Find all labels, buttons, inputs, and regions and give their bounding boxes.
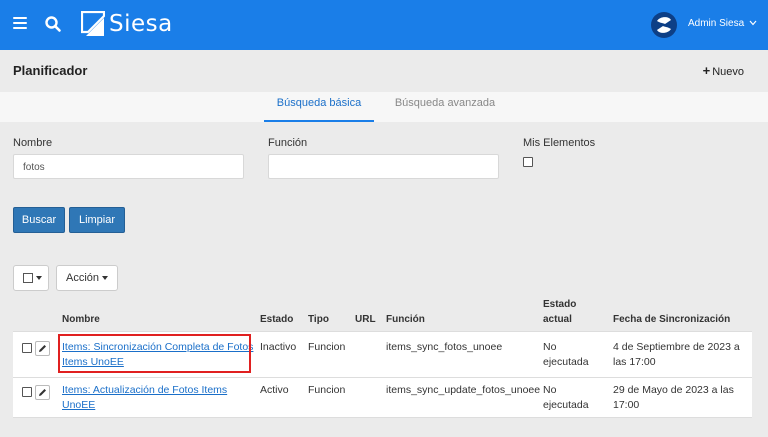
funcion-input[interactable] [268,154,499,179]
row-checkbox[interactable] [22,387,32,397]
user-name: Admin Siesa [688,18,745,29]
mis-elementos-checkbox[interactable] [523,157,533,167]
row-nombre-link[interactable]: Items: Sincronización Completa de Fotos … [62,340,253,370]
pencil-icon [39,345,46,352]
row-nombre-link[interactable]: Items: Actualización de Fotos Items UnoE… [62,383,227,413]
tab-advanced-search[interactable]: Búsqueda avanzada [378,97,512,122]
row-estado-actual-line2: ejecutada [543,399,589,411]
clear-button[interactable]: Limpiar [69,207,125,233]
caret-down-icon [102,276,109,281]
action-dropdown[interactable]: Acción [56,265,118,291]
column-header-funcion[interactable]: Función [386,312,425,327]
row-fecha: 29 de Mayo de 2023 a las 17:00 [613,383,734,413]
column-header-nombre[interactable]: Nombre [62,312,100,327]
row-fecha-line2: las 17:00 [613,356,656,368]
row-nombre-line2[interactable]: Items UnoEE [62,356,124,368]
hamburger-menu-icon[interactable] [13,17,27,31]
column-header-estado-actual[interactable]: Estado actual [543,297,576,327]
row-estado-actual: No ejecutada [543,383,589,413]
row-estado-actual: No ejecutada [543,340,589,370]
caret-down-icon [36,276,42,281]
column-header-url[interactable]: URL [355,312,376,327]
row-tipo: Funcion [308,384,346,396]
logo-text: Siesa [109,11,173,37]
pencil-icon [39,389,46,396]
row-funcion: items_sync_update_fotos_unoee [386,384,541,396]
column-header-tipo[interactable]: Tipo [308,312,329,327]
page-title: Planificador [13,63,88,78]
row-estado: Activo [260,384,289,396]
new-button[interactable]: + Nuevo [703,63,744,78]
search-tabs: Búsqueda básica Búsqueda avanzada [0,92,768,122]
nombre-label: Nombre [13,137,53,149]
row-tipo: Funcion [308,341,346,353]
row-fecha-line2: 17:00 [613,399,640,411]
siesa-logo-icon [81,11,105,36]
row-fecha-line1: 4 de Septiembre de 2023 a [613,341,740,353]
chevron-down-icon [749,20,757,26]
row-fecha: 4 de Septiembre de 2023 a las 17:00 [613,340,740,370]
select-all-dropdown[interactable] [13,265,49,291]
tab-basic-search[interactable]: Búsqueda básica [264,97,374,122]
column-header-estado[interactable]: Estado [260,312,293,327]
user-menu[interactable]: Admin Siesa [688,18,757,29]
top-bar: Siesa Admin Siesa [0,0,768,50]
row-fecha-line1: 29 de Mayo de 2023 a las [613,384,734,396]
row-nombre-line1[interactable]: Items: Actualización de Fotos Items [62,384,227,396]
row-estado: Inactivo [260,341,297,353]
title-bar: Planificador + Nuevo [0,50,768,92]
column-header-fecha[interactable]: Fecha de Sincronización [613,312,730,327]
row-estado-actual-line1: No [543,384,557,396]
funcion-label: Función [268,137,308,149]
search-icon[interactable] [44,15,62,33]
row-nombre-line2[interactable]: UnoEE [62,399,95,411]
column-header-estado-actual-line2: actual [543,314,572,325]
row-estado-actual-line1: No [543,341,557,353]
row-nombre-line1[interactable]: Items: Sincronización Completa de Fotos [62,341,253,353]
nombre-input[interactable]: fotos [13,154,244,179]
edit-button[interactable] [35,341,50,356]
row-checkbox[interactable] [22,343,32,353]
plus-icon: + [702,63,711,78]
mis-elementos-label: Mis Elementos [523,137,596,149]
action-dropdown-label: Acción [66,272,100,284]
select-all-checkbox[interactable] [23,273,33,284]
search-button[interactable]: Buscar [13,207,65,233]
avatar[interactable] [650,11,678,39]
column-header-estado-actual-line1: Estado [543,299,577,310]
new-button-label: Nuevo [712,66,744,78]
row-estado-actual-line2: ejecutada [543,356,589,368]
siesa-logo[interactable]: Siesa [81,9,173,39]
edit-button[interactable] [35,385,50,400]
row-funcion: items_sync_fotos_unoee [386,341,503,353]
